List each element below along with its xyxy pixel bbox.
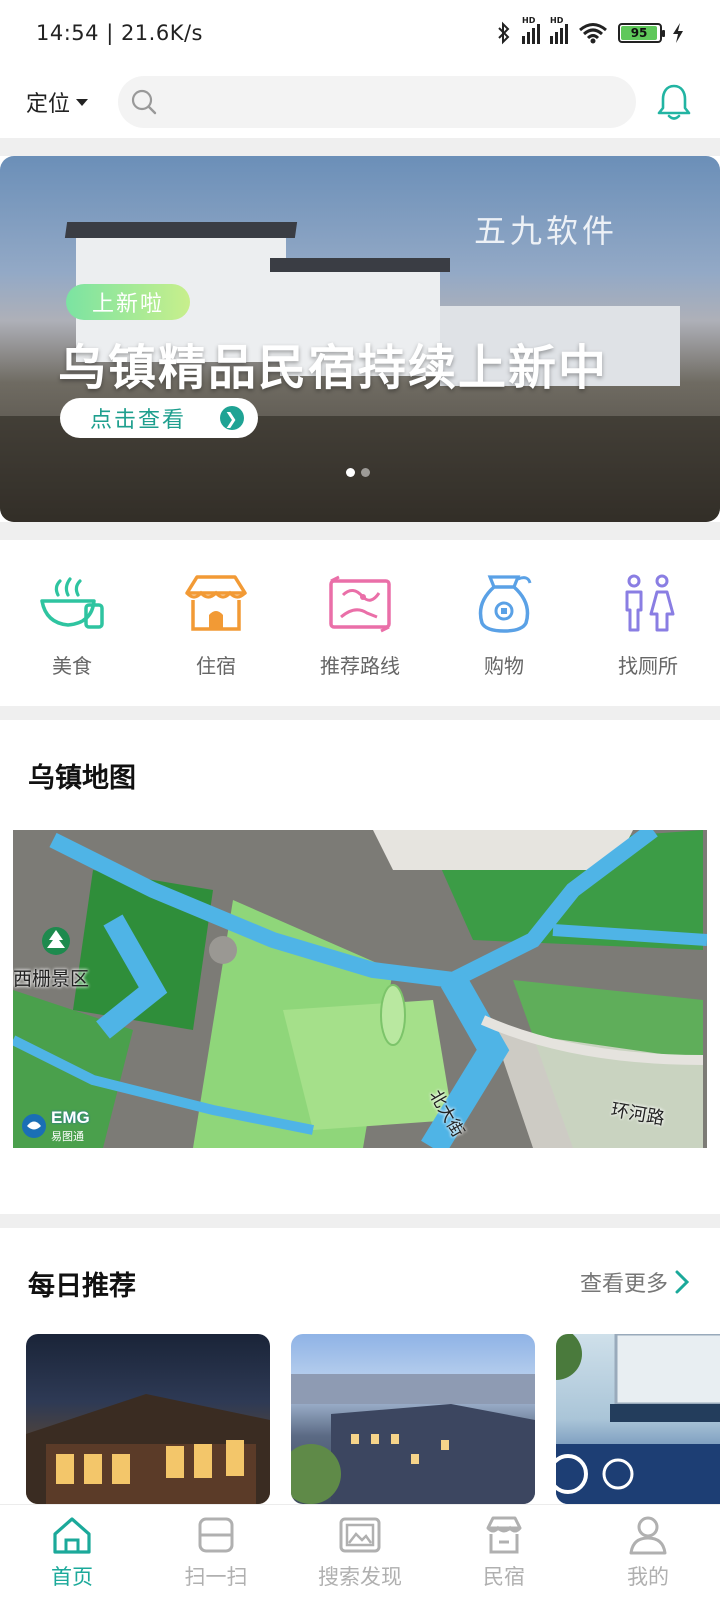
notification-bell-button[interactable] [654, 82, 694, 122]
category-food[interactable]: 美食 [0, 540, 144, 706]
search-bar[interactable] [118, 76, 636, 128]
tab-discover[interactable]: 搜索发现 [288, 1505, 432, 1600]
banner-photo-roof-2 [270, 258, 450, 272]
category-grid: 美食 住宿 推荐路线 购物 找厕所 [0, 540, 720, 706]
signal-icon: HD [522, 16, 540, 44]
homestay-icon [482, 1513, 526, 1557]
recommend-card[interactable] [556, 1334, 720, 1504]
banner-watermark: 五九软件 [474, 212, 619, 250]
promo-banner[interactable]: 五九软件 上新啦 乌镇精品民宿持续上新中 点击查看 ❯ [0, 156, 720, 522]
discover-icon [338, 1513, 382, 1557]
pagination-dot-active[interactable] [346, 468, 355, 477]
tab-label: 首页 [51, 1565, 93, 1589]
banner-new-tag: 上新啦 [66, 284, 191, 320]
map-provider-logo: EMG 易图通 [21, 1108, 90, 1144]
divider-band-3 [0, 706, 720, 720]
status-icons: HD HD 95 [496, 16, 684, 45]
wuzhen-map[interactable]: 西栅景区 北大街 环河路 EMG 易图通 [13, 830, 707, 1148]
card-photo-town [291, 1374, 535, 1504]
category-label: 美食 [52, 654, 92, 678]
house-icon [180, 572, 252, 636]
restroom-icon [612, 572, 684, 636]
route-map-icon [324, 572, 396, 636]
map-label-scenic: 西栅景区 [13, 968, 90, 990]
divider-band [0, 138, 720, 156]
recommend-section-title: 每日推荐 [28, 1271, 136, 1302]
category-lodging[interactable]: 住宿 [144, 540, 288, 706]
food-bowl-icon [36, 572, 108, 636]
location-selector[interactable]: 定位 [26, 86, 118, 118]
category-shopping[interactable]: 购物 [432, 540, 576, 706]
category-routes[interactable]: 推荐路线 [288, 540, 432, 706]
banner-view-label: 点击查看 [90, 408, 187, 433]
map-logo-text: EMG [51, 1108, 90, 1127]
profile-icon [626, 1513, 670, 1557]
park-pin-icon [42, 927, 70, 955]
location-label: 定位 [26, 92, 71, 117]
tab-homestay[interactable]: 民宿 [432, 1505, 576, 1600]
pagination-dot[interactable] [361, 468, 370, 477]
category-restroom[interactable]: 找厕所 [576, 540, 720, 706]
money-bag-icon [468, 572, 540, 636]
status-bar: 14:54 | 21.6K/s HD HD 95 [0, 0, 720, 66]
recommend-card[interactable] [26, 1334, 270, 1504]
map-canvas [13, 830, 707, 1148]
scan-icon [194, 1513, 238, 1557]
recommend-card[interactable] [291, 1334, 535, 1504]
tab-label: 我的 [627, 1565, 669, 1589]
top-header: 定位 [0, 66, 720, 138]
battery-level: 95 [621, 26, 658, 40]
emg-logo-icon [22, 1114, 46, 1138]
card-photo-night-house [26, 1394, 270, 1504]
category-label: 推荐路线 [320, 654, 400, 678]
banner-headline: 乌镇精品民宿持续上新中 [58, 340, 609, 396]
category-label: 找厕所 [618, 654, 678, 678]
battery-icon: 95 [618, 23, 665, 43]
tab-label: 搜索发现 [318, 1565, 402, 1589]
tab-profile[interactable]: 我的 [576, 1505, 720, 1600]
search-input[interactable] [166, 90, 546, 114]
banner-photo-roof [64, 222, 298, 238]
map-section-title: 乌镇地图 [28, 763, 136, 794]
tab-label: 扫一扫 [184, 1565, 248, 1589]
banner-view-button[interactable]: 点击查看 ❯ [60, 398, 258, 438]
banner-pagination [346, 468, 370, 477]
category-label: 购物 [484, 654, 524, 678]
home-icon [50, 1513, 94, 1557]
divider-band-2 [0, 522, 720, 540]
tab-label: 民宿 [483, 1565, 525, 1589]
bell-icon [657, 84, 691, 120]
charging-icon [673, 23, 683, 43]
recommend-card-list [26, 1334, 720, 1504]
divider-band-4 [0, 1214, 720, 1228]
bluetooth-icon [498, 21, 510, 45]
card-photo-floral-hotel [556, 1334, 720, 1504]
chevron-right-icon [675, 1270, 690, 1294]
view-more-link[interactable]: 查看更多 [580, 1266, 690, 1298]
bottom-tab-bar: 首页 扫一扫 搜索发现 民宿 我的 [0, 1504, 720, 1600]
chevron-right-icon: ❯ [220, 406, 244, 430]
map-logo-subtext: 易图通 [51, 1130, 84, 1143]
wifi-icon [579, 23, 607, 44]
signal-icon-2: HD [550, 16, 568, 44]
status-time: 14:54 | 21.6K/s [36, 21, 203, 45]
search-icon [131, 89, 157, 115]
category-label: 住宿 [196, 654, 236, 678]
view-more-label: 查看更多 [579, 1272, 668, 1297]
tab-scan[interactable]: 扫一扫 [144, 1505, 288, 1600]
caret-down-icon [76, 98, 89, 106]
tab-home[interactable]: 首页 [0, 1505, 144, 1600]
